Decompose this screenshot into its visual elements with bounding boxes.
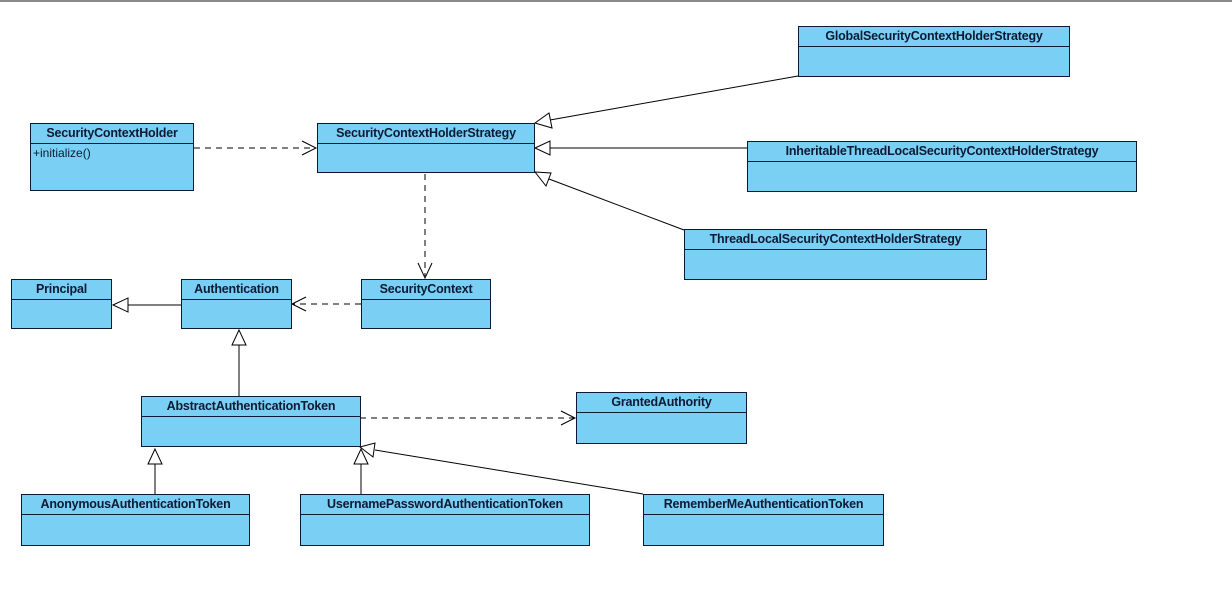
class-name: Authentication [182,280,291,300]
edge-inheritable-to-strategy [533,140,748,156]
edge-holder-to-strategy [194,140,318,156]
class-name: Principal [12,280,111,300]
class-name: ThreadLocalSecurityContextHolderStrategy [685,230,986,250]
class-name: GrantedAuthority [577,393,746,413]
edge-rememberme-to-abstracttoken [358,442,644,495]
edge-abstracttoken-to-grantedauthority [360,410,577,426]
class-anonymous-authentication-token[interactable]: AnonymousAuthenticationToken [21,494,250,546]
class-security-context-holder-strategy[interactable]: SecurityContextHolderStrategy [317,123,535,173]
class-global-security-context-holder-strategy[interactable]: GlobalSecurityContextHolderStrategy [798,26,1070,77]
class-security-context[interactable]: SecurityContext [361,279,491,329]
edge-authentication-to-principal [111,297,181,313]
class-name: UsernamePasswordAuthenticationToken [301,495,589,515]
edge-anonymous-to-abstracttoken [147,447,163,494]
class-abstract-authentication-token[interactable]: AbstractAuthenticationToken [141,396,361,447]
class-name: SecurityContextHolderStrategy [318,124,534,144]
edge-abstracttoken-to-authentication [231,328,247,396]
class-name: SecurityContext [362,280,490,300]
class-remember-me-authentication-token[interactable]: RememberMeAuthenticationToken [643,494,884,546]
edge-threadlocal-to-strategy [533,171,685,231]
class-name: AbstractAuthenticationToken [142,397,360,417]
edge-global-to-strategy [533,75,799,129]
class-thread-local-strategy[interactable]: ThreadLocalSecurityContextHolderStrategy [684,229,987,280]
edge-securitycontext-to-authentication [290,296,361,312]
class-principal[interactable]: Principal [11,279,112,329]
class-inheritable-thread-local-strategy[interactable]: InheritableThreadLocalSecurityContextHol… [747,141,1137,192]
class-name: InheritableThreadLocalSecurityContextHol… [748,142,1136,162]
class-name: SecurityContextHolder [31,124,193,144]
operation-initialize: +initialize() [33,146,91,160]
class-authentication[interactable]: Authentication [181,279,292,329]
class-name: AnonymousAuthenticationToken [22,495,249,515]
class-name: RememberMeAuthenticationToken [644,495,883,515]
class-security-context-holder[interactable]: SecurityContextHolder +initialize() [30,123,194,191]
class-granted-authority[interactable]: GrantedAuthority [576,392,747,444]
edge-usernamepassword-to-abstracttoken [353,447,369,494]
class-name: GlobalSecurityContextHolderStrategy [799,27,1069,47]
class-username-password-authentication-token[interactable]: UsernamePasswordAuthenticationToken [300,494,590,546]
edge-strategy-to-securitycontext [417,174,433,280]
